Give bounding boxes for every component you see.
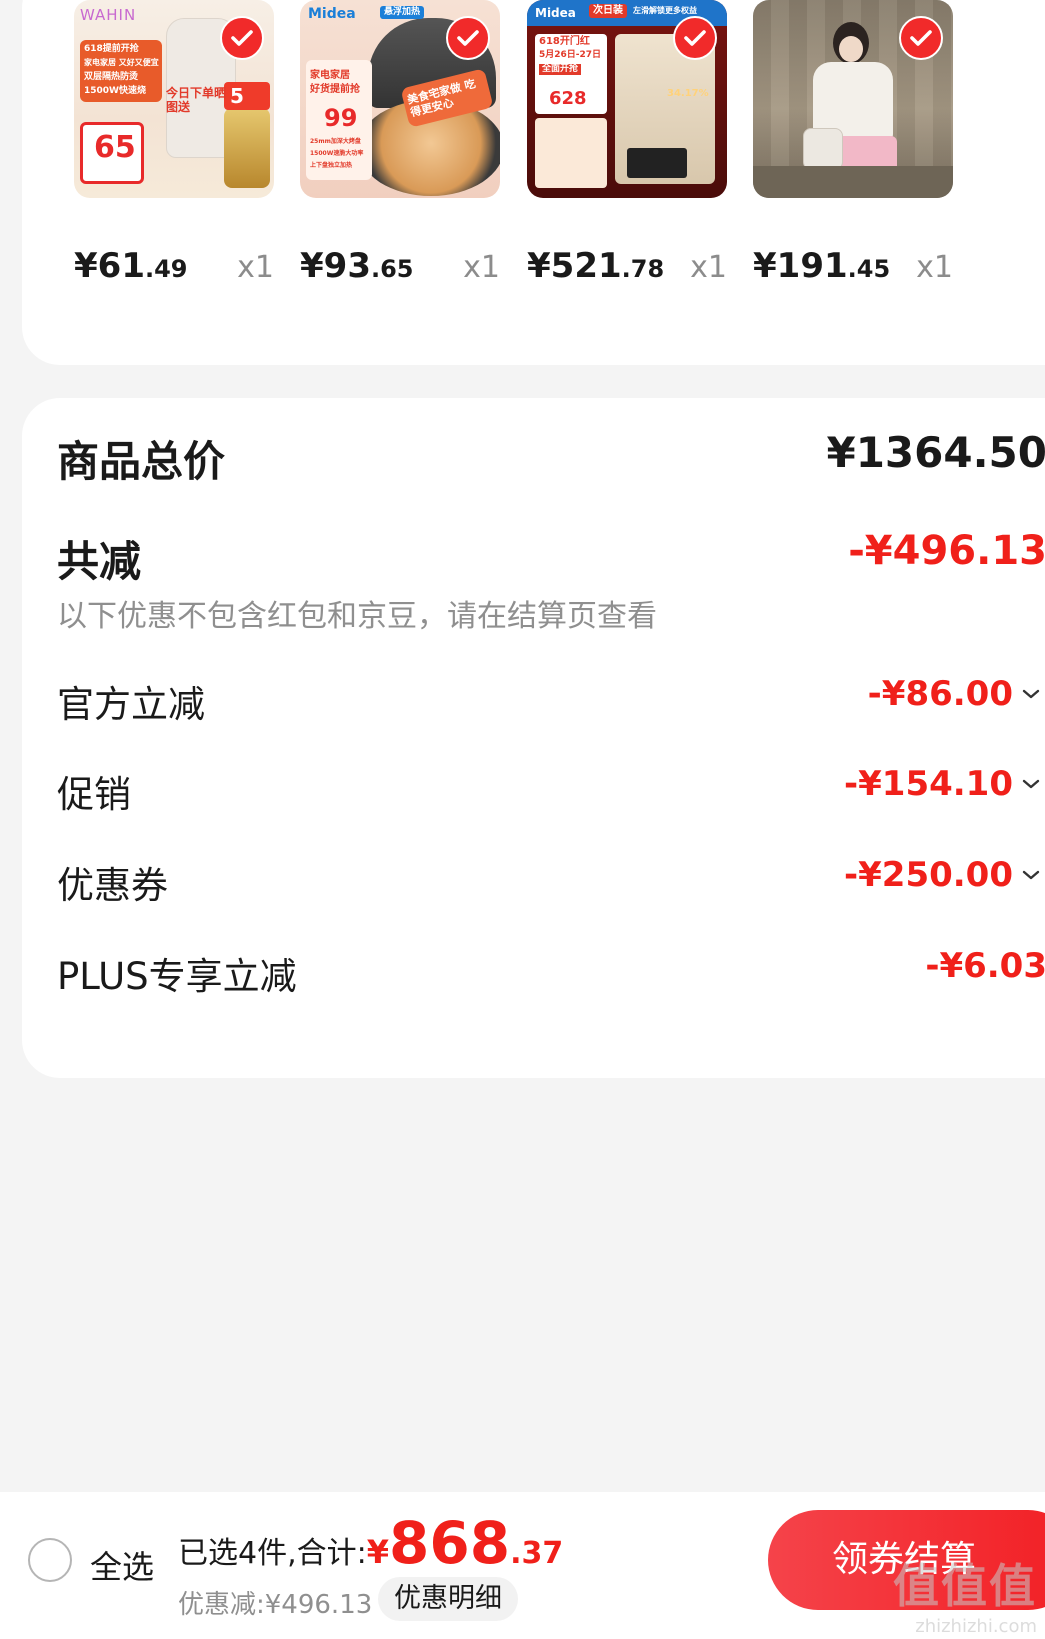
- product-image-promo: 今日下单晒图送: [166, 86, 227, 115]
- product-price-decimal: .45: [847, 255, 891, 283]
- product-image-stat: 34.17%: [667, 88, 709, 99]
- discount-label: PLUS专享立减: [57, 955, 297, 998]
- watermark-logo: 值值值: [893, 1559, 1037, 1613]
- selected-count-text: 已选4件,合计:: [178, 1536, 367, 1571]
- product-thumbnail[interactable]: [753, 0, 953, 198]
- chevron-down-icon[interactable]: [1021, 688, 1041, 700]
- discount-note: 以下优惠不包含红包和京豆，请在结算页查看: [57, 599, 657, 634]
- product-quantity: x1: [463, 250, 500, 285]
- product-image-line: 25mm加深大烤盘: [310, 138, 361, 145]
- product-price-integer: ¥521: [527, 246, 622, 286]
- price-summary-card: 商品总价 ¥1364.50 共减 -¥496.13 以下优惠不包含红包和京豆，请…: [22, 398, 1045, 1078]
- product-thumbnail[interactable]: Midea 悬浮加热 家电家居 好货提前抢 25mm加深大烤盘 1500W速脆大…: [300, 0, 500, 198]
- discount-amount: -¥6.03: [925, 946, 1045, 986]
- product-image-line: 家电家居: [310, 70, 350, 81]
- grand-total-decimal: .37: [510, 1536, 564, 1571]
- product-price: ¥521.78: [527, 246, 664, 286]
- product-price-integer: ¥61: [74, 246, 145, 286]
- product-image-line: 家电家居 又好又便宜: [84, 58, 159, 67]
- selected-check-badge[interactable]: [220, 16, 264, 60]
- product-image-line: 全面开抢: [539, 64, 582, 75]
- product-price: ¥191.45: [753, 246, 890, 286]
- discount-row-coupon[interactable]: 优惠券 -¥250.00: [57, 855, 1045, 907]
- product-image-price: 99: [324, 104, 358, 132]
- watermark-url: zhizhizhi.com: [915, 1616, 1037, 1637]
- product-price-decimal: .78: [621, 255, 665, 283]
- radio-unchecked-icon[interactable]: [28, 1538, 72, 1582]
- product-image-line: 618开门红: [539, 36, 590, 47]
- product-quantity: x1: [916, 250, 953, 285]
- checkout-bar: 全选 已选4件,合计: ¥ 868 .37 优惠减:¥496.13 优惠明细 领…: [0, 1492, 1045, 1639]
- product-price: ¥61.49: [74, 246, 188, 286]
- total-reduction-label: 共减: [57, 537, 142, 586]
- total-reduction-value: -¥496.13: [848, 528, 1045, 574]
- discount-label: 促销: [57, 773, 131, 816]
- product-price-decimal: .65: [370, 255, 414, 283]
- discount-detail-button[interactable]: 优惠明细: [378, 1577, 518, 1621]
- site-watermark: 值值值 zhizhizhi.com: [893, 1550, 1037, 1637]
- discount-label: 优惠券: [57, 864, 168, 907]
- product-thumbnail[interactable]: WAHIN 618提前开抢 家电家居 又好又便宜 双层隔热防烫 1500W快速烧…: [74, 0, 274, 198]
- discount-label: 官方立减: [57, 683, 205, 726]
- check-icon: [457, 30, 479, 46]
- select-all-label[interactable]: 全选: [90, 1542, 154, 1588]
- discount-value[interactable]: -¥154.10: [844, 764, 1041, 804]
- grand-total: ¥ 868 .37: [367, 1514, 564, 1572]
- product-image-banner: 左滑解锁更多权益: [633, 6, 697, 15]
- discount-row-official[interactable]: 官方立减 -¥86.00: [57, 674, 1045, 726]
- discount-value[interactable]: -¥250.00: [844, 855, 1041, 895]
- product-thumbnail[interactable]: Midea 次日装 左滑解锁更多权益 618开门红 5月26日-27日 全面开抢…: [527, 0, 727, 198]
- total-price-row: 商品总价 ¥1364.50: [57, 428, 1045, 486]
- product-price: ¥93.65: [300, 246, 414, 286]
- product-image-line: 618提前开抢: [84, 44, 139, 54]
- discount-summary-text: 优惠减:¥496.13: [178, 1590, 373, 1620]
- product-price-decimal: .49: [144, 255, 188, 283]
- chevron-down-icon[interactable]: [1021, 778, 1041, 790]
- check-icon: [684, 30, 706, 46]
- total-price-value: ¥1364.50: [826, 428, 1045, 477]
- product-image-line: 1500W速脆大功率: [310, 150, 364, 157]
- discount-note-row: 以下优惠不包含红包和京豆，请在结算页查看: [57, 591, 1045, 634]
- check-icon: [231, 30, 253, 46]
- product-image-brand: Midea: [308, 6, 356, 22]
- product-image-line: 5月26日-27日: [539, 50, 602, 60]
- selected-check-badge[interactable]: [673, 16, 717, 60]
- discount-row-plus: PLUS专享立减 -¥6.03: [57, 946, 1045, 998]
- selected-products-card: WAHIN 618提前开抢 家电家居 又好又便宜 双层隔热防烫 1500W快速烧…: [22, 0, 1045, 365]
- product-quantity: x1: [237, 250, 274, 285]
- total-price-label: 商品总价: [57, 437, 226, 486]
- discount-amount: -¥250.00: [844, 855, 1013, 895]
- chevron-down-icon[interactable]: [1021, 869, 1041, 881]
- total-reduction-row: 共减 -¥496.13: [57, 528, 1045, 586]
- product-image-tag: 悬浮加热: [380, 6, 425, 19]
- discount-value[interactable]: -¥86.00: [868, 674, 1041, 714]
- selected-check-badge[interactable]: [446, 16, 490, 60]
- discount-row-promotion[interactable]: 促销 -¥154.10: [57, 764, 1045, 816]
- grand-total-integer: 868: [389, 1509, 511, 1577]
- product-image-brand: WAHIN: [80, 6, 137, 24]
- product-image-brand: Midea: [535, 6, 576, 20]
- product-image-line: 1500W快速烧: [84, 86, 146, 96]
- product-image-line: 上下盘独立加热: [310, 162, 353, 169]
- check-icon: [910, 30, 932, 46]
- product-image-tag: 次日装: [589, 4, 627, 18]
- selected-summary: 已选4件,合计: ¥ 868 .37: [178, 1514, 563, 1572]
- selected-check-badge[interactable]: [899, 16, 943, 60]
- grand-total-symbol: ¥: [366, 1533, 389, 1571]
- product-image-line: 双层隔热防烫: [84, 72, 139, 82]
- product-quantity: x1: [690, 250, 727, 285]
- discount-value: -¥6.03: [925, 946, 1045, 986]
- product-image-promo-number: 5: [230, 84, 244, 108]
- product-image-line: 好货提前抢: [310, 84, 360, 95]
- product-price-integer: ¥191: [753, 246, 848, 286]
- discount-amount: -¥154.10: [844, 764, 1013, 804]
- product-price-integer: ¥93: [300, 246, 371, 286]
- discount-amount: -¥86.00: [867, 674, 1013, 714]
- product-image-price: 65: [94, 130, 136, 165]
- product-image-price: 628: [549, 88, 587, 109]
